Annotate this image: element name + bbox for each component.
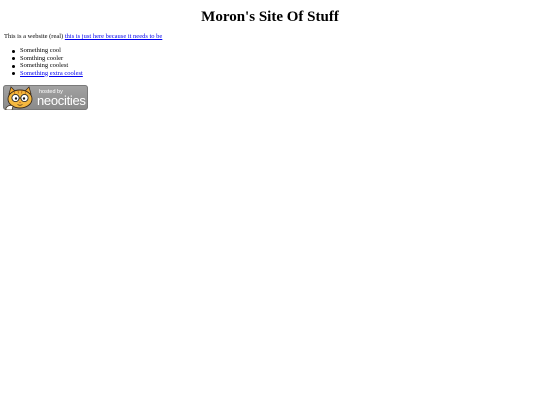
intro-text: This is a website (real) — [4, 33, 65, 40]
page-title: Moron's Site Of Stuff — [201, 9, 339, 25]
neocities-cat-icon — [5, 86, 33, 110]
extra-coolest-link[interactable]: Something extra coolest — [20, 70, 83, 77]
list-item: Something cool — [12, 47, 83, 55]
list-item: Something coolest — [12, 62, 83, 70]
neocities-badge-link[interactable]: hosted by neocities — [3, 85, 88, 110]
intro-link[interactable]: this is just here because it needs to be — [65, 33, 162, 40]
item-list: Something cool Somthing cooler Something… — [12, 47, 83, 78]
intro-paragraph: This is a website (real) this is just he… — [4, 33, 162, 41]
page: Moron's Site Of Stuff This is a website … — [0, 0, 540, 405]
badge-brand-text: neocities — [37, 93, 86, 108]
list-item-link: Something extra coolest — [12, 70, 83, 78]
list-item: Somthing cooler — [12, 55, 83, 63]
